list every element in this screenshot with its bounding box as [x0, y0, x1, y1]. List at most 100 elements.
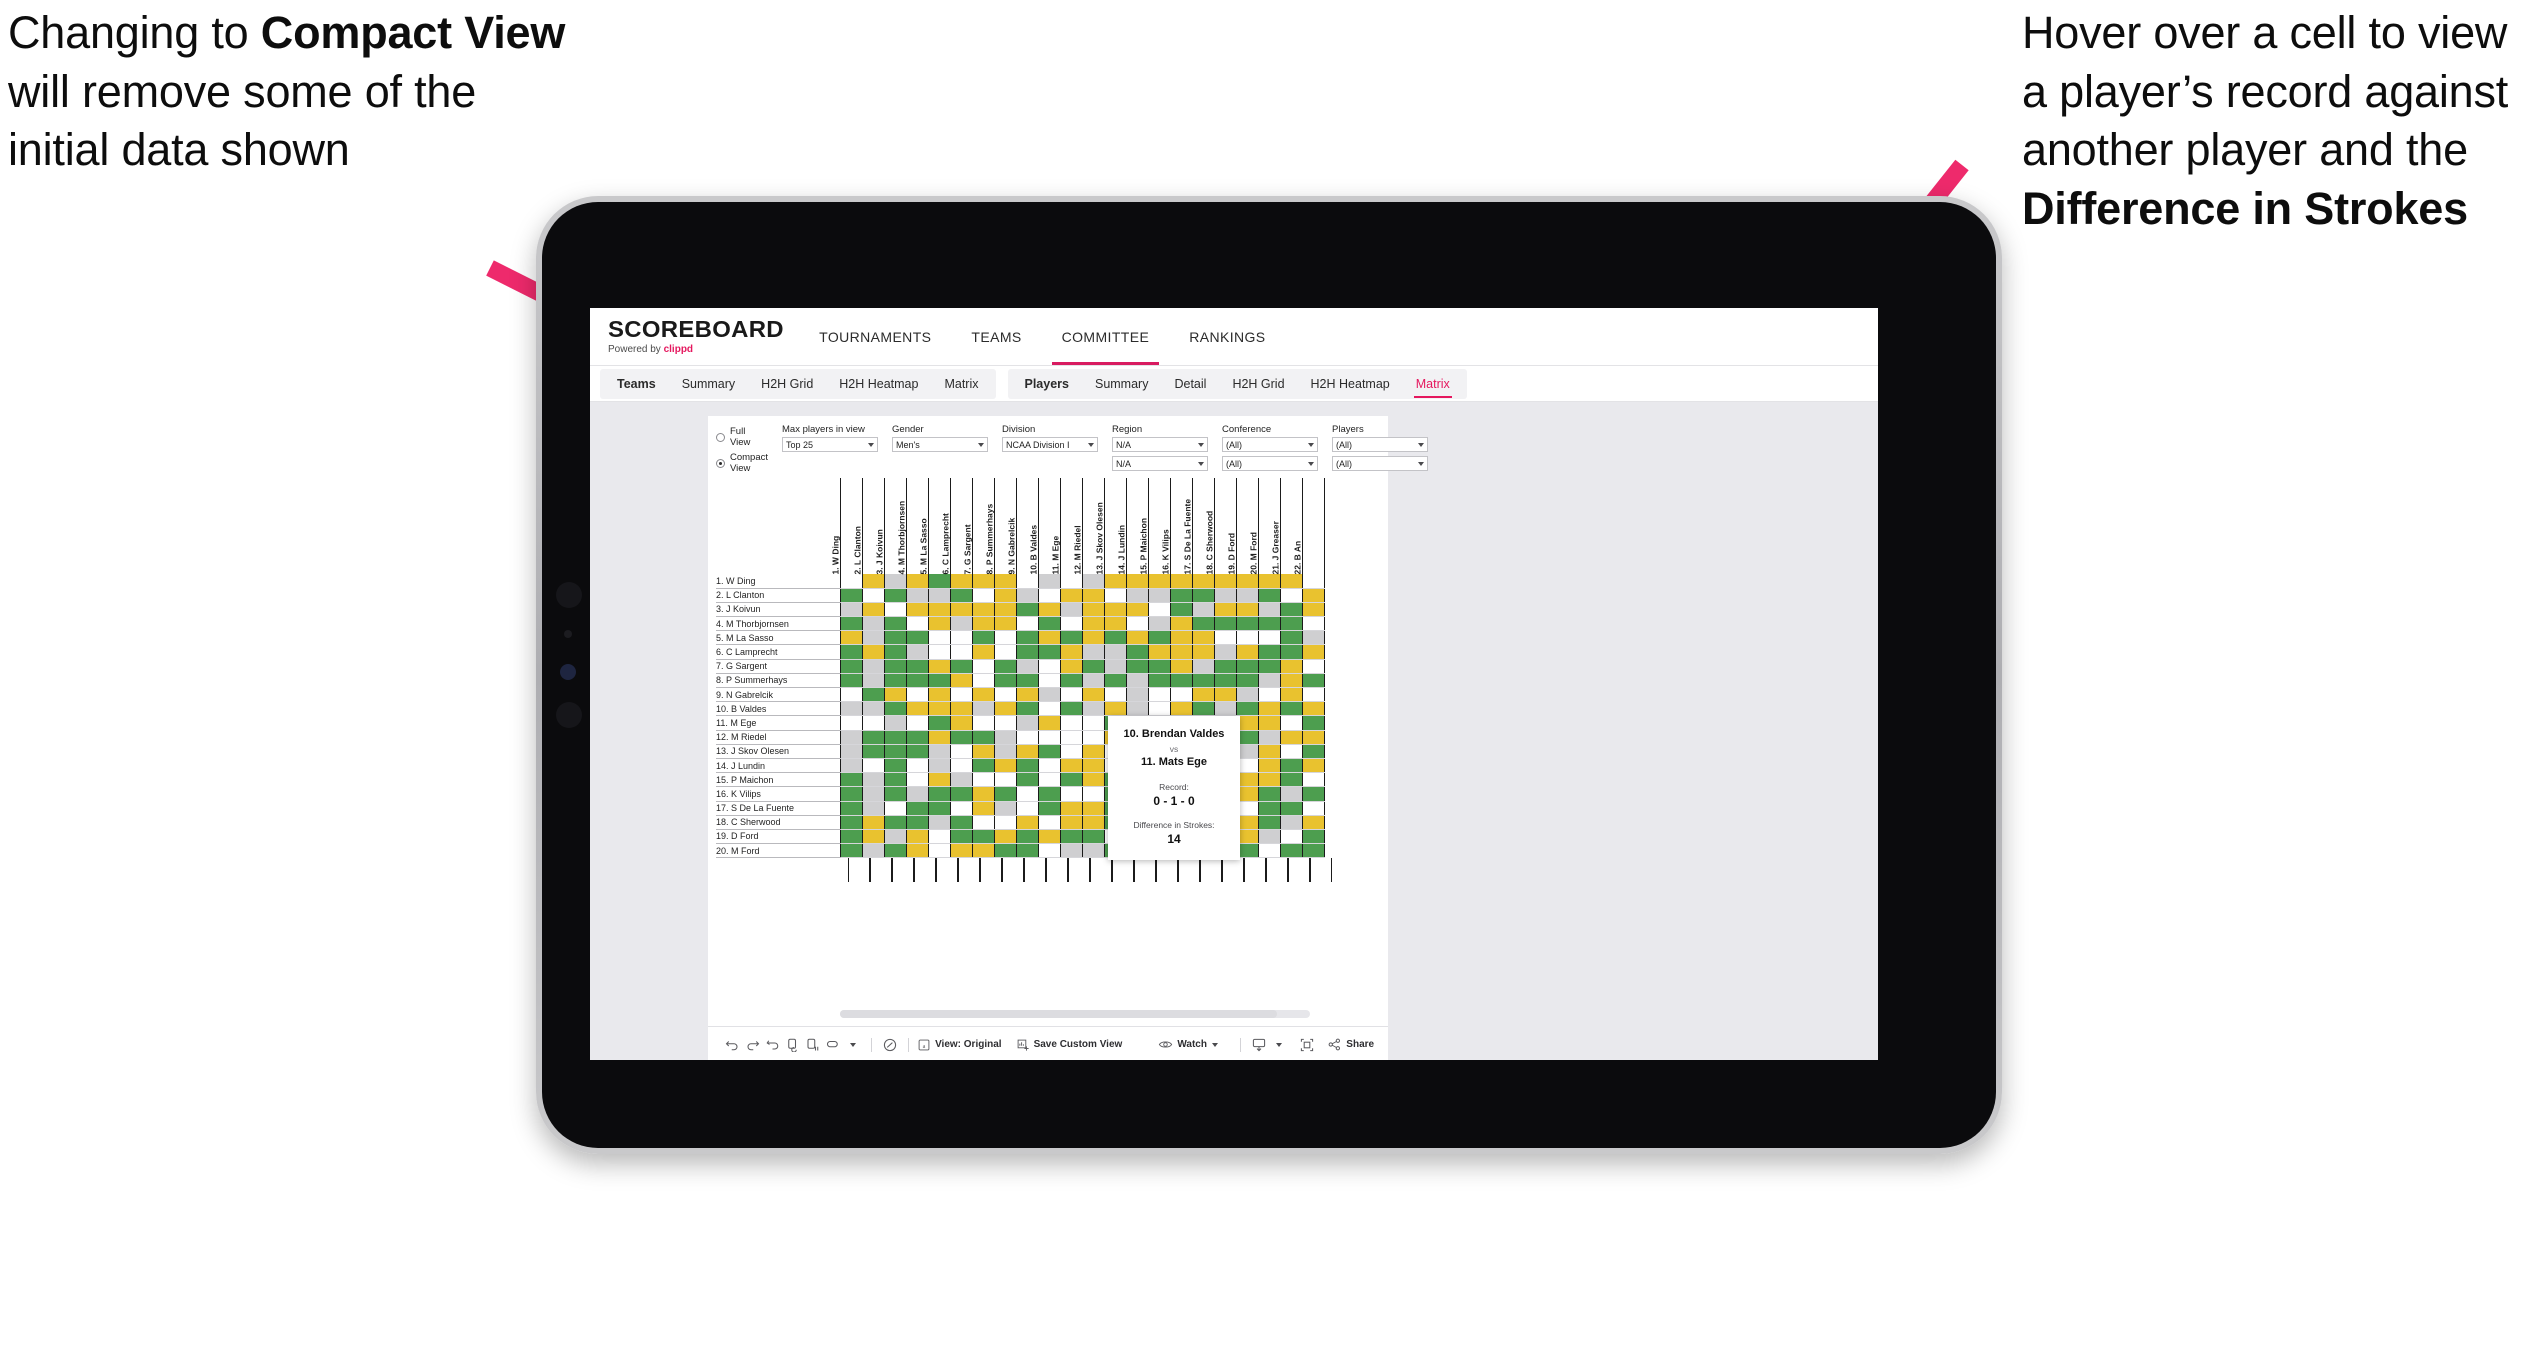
matrix-row[interactable]: 2. L Clanton [716, 588, 1325, 603]
topnav-item-rankings[interactable]: RANKINGS [1169, 308, 1285, 365]
matrix-cell[interactable] [1191, 687, 1215, 703]
matrix-cell[interactable] [1301, 730, 1325, 745]
matrix-cell[interactable] [927, 630, 951, 646]
matrix-cell[interactable] [1235, 659, 1259, 674]
matrix-cell[interactable] [1257, 801, 1281, 816]
matrix-cell[interactable] [927, 815, 951, 830]
matrix-cell[interactable] [993, 715, 1017, 731]
matrix-cell[interactable] [883, 588, 907, 603]
matrix-cell[interactable] [1103, 687, 1127, 703]
matrix-cell[interactable] [1081, 829, 1105, 845]
matrix-cell[interactable] [1015, 815, 1039, 830]
matrix-cell[interactable] [971, 730, 995, 745]
matrix-cell[interactable] [1015, 801, 1039, 816]
matrix-cell[interactable] [1301, 673, 1325, 689]
matrix-cell[interactable] [927, 715, 951, 731]
matrix-cell[interactable] [905, 772, 929, 788]
matrix-cell[interactable] [927, 574, 951, 589]
matrix-cell[interactable] [883, 687, 907, 703]
pill-shape-icon[interactable] [823, 1032, 843, 1058]
matrix-cell[interactable] [1103, 659, 1127, 674]
matrix-cell[interactable] [1081, 616, 1105, 632]
matrix-cell[interactable] [1081, 715, 1105, 731]
matrix-cell[interactable] [1257, 786, 1281, 802]
matrix-cell[interactable] [839, 659, 863, 674]
matrix-cell[interactable] [949, 829, 973, 845]
matrix-cell[interactable] [905, 673, 929, 689]
matrix-cell[interactable] [1103, 701, 1127, 717]
download-chevron-down-icon[interactable] [1269, 1032, 1289, 1058]
matrix-cell[interactable] [1279, 730, 1303, 745]
matrix-row[interactable]: 5. M La Sasso [716, 630, 1325, 646]
matrix-cell[interactable] [927, 616, 951, 632]
matrix-cell[interactable] [839, 730, 863, 745]
matrix-cell[interactable] [1279, 659, 1303, 674]
matrix-cell[interactable] [839, 687, 863, 703]
matrix-cell[interactable] [861, 673, 885, 689]
tab-teams[interactable]: Teams [604, 369, 669, 399]
matrix-row-label[interactable]: 17. S De La Fuente [716, 801, 840, 816]
matrix-cell[interactable] [1191, 574, 1215, 589]
matrix-row-label[interactable]: 10. B Valdes [716, 701, 840, 717]
tab-players[interactable]: Players [1012, 369, 1082, 399]
matrix-row-label[interactable]: 18. C Sherwood [716, 815, 840, 830]
matrix-cell[interactable] [949, 616, 973, 632]
matrix-cell[interactable] [927, 730, 951, 745]
matrix-cell[interactable] [971, 659, 995, 674]
matrix-cell[interactable] [971, 602, 995, 618]
matrix-cell[interactable] [927, 744, 951, 759]
matrix-cell[interactable] [1015, 701, 1039, 717]
matrix-cell[interactable] [1279, 715, 1303, 731]
matrix-cell[interactable] [1015, 730, 1039, 745]
matrix-cell[interactable] [949, 602, 973, 618]
matrix-cell[interactable] [883, 843, 907, 859]
matrix-cell[interactable] [1015, 616, 1039, 632]
matrix-cell[interactable] [1059, 801, 1083, 816]
matrix-cell[interactable] [971, 815, 995, 830]
matrix-cell[interactable] [1301, 659, 1325, 674]
matrix-cell[interactable] [1257, 616, 1281, 632]
matrix-cell[interactable] [1081, 730, 1105, 745]
matrix-cell[interactable] [905, 701, 929, 717]
matrix-cell[interactable] [993, 588, 1017, 603]
matrix-cell[interactable] [861, 829, 885, 845]
matrix-cell[interactable] [1279, 843, 1303, 859]
matrix-cell[interactable] [1081, 602, 1105, 618]
matrix-cell[interactable] [1301, 801, 1325, 816]
matrix-cell[interactable] [1169, 588, 1193, 603]
matrix-row[interactable]: 6. C Lamprecht [716, 644, 1325, 660]
download-icon[interactable] [1249, 1032, 1269, 1058]
matrix-cell[interactable] [1037, 616, 1061, 632]
matrix-cell[interactable] [883, 673, 907, 689]
matrix-cell[interactable] [883, 801, 907, 816]
matrix-row-label[interactable]: 16. K Vilips [716, 786, 840, 802]
matrix-cell[interactable] [1059, 644, 1083, 660]
matrix-cell[interactable] [839, 574, 863, 589]
revert-icon[interactable] [762, 1032, 782, 1058]
matrix-cell[interactable] [1147, 616, 1171, 632]
matrix-cell[interactable] [949, 815, 973, 830]
matrix-row-label[interactable]: 20. M Ford [716, 843, 840, 859]
matrix-cell[interactable] [883, 744, 907, 759]
matrix-cell[interactable] [1125, 701, 1149, 717]
matrix-cell[interactable] [1279, 602, 1303, 618]
chevron-down-icon[interactable] [1198, 462, 1205, 466]
matrix-cell[interactable] [839, 815, 863, 830]
matrix-cell[interactable] [1301, 588, 1325, 603]
matrix-row[interactable]: 1. W Ding [716, 574, 1325, 589]
matrix-cell[interactable] [1081, 574, 1105, 589]
matrix-cell[interactable] [1103, 644, 1127, 660]
matrix-cell[interactable] [1015, 644, 1039, 660]
matrix-cell[interactable] [1081, 687, 1105, 703]
matrix-cell[interactable] [1257, 659, 1281, 674]
matrix-cell[interactable] [1037, 644, 1061, 660]
matrix-cell[interactable] [1103, 630, 1127, 646]
matrix-cell[interactable] [1147, 701, 1171, 717]
matrix-cell[interactable] [971, 744, 995, 759]
matrix-cell[interactable] [1147, 630, 1171, 646]
matrix-cell[interactable] [1103, 574, 1127, 589]
matrix-cell[interactable] [1015, 772, 1039, 788]
chevron-down-icon[interactable] [1198, 443, 1205, 447]
matrix-cell[interactable] [1081, 659, 1105, 674]
matrix-row-label[interactable]: 5. M La Sasso [716, 630, 840, 646]
